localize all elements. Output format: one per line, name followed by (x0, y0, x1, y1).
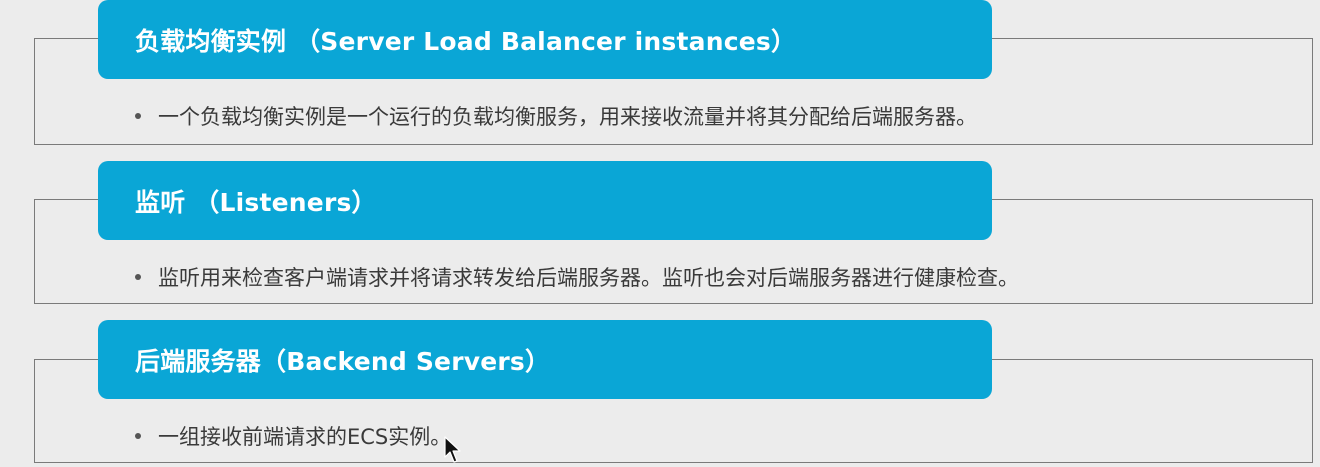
section-header: 监听 （Listeners） (98, 161, 992, 240)
section-title: 负载均衡实例 （Server Load Balancer instances） (135, 26, 797, 56)
bullet-icon (135, 433, 141, 439)
bullet-text: 监听用来检查客户端请求并将请求转发给后端服务器。监听也会对后端服务器进行健康检查… (158, 266, 1019, 290)
bullet-item: 一组接收前端请求的ECS实例。 (135, 421, 451, 451)
section-header: 后端服务器（Backend Servers） (98, 320, 992, 399)
mouse-pointer-icon (444, 436, 461, 463)
bullet-item: 监听用来检查客户端请求并将请求转发给后端服务器。监听也会对后端服务器进行健康检查… (135, 262, 1019, 292)
bullet-text: 一组接收前端请求的ECS实例。 (158, 425, 452, 449)
section-title: 监听 （Listeners） (135, 187, 377, 217)
bullet-icon (135, 113, 141, 119)
section-title: 后端服务器（Backend Servers） (135, 346, 551, 376)
bullet-item: 一个负载均衡实例是一个运行的负载均衡服务，用来接收流量并将其分配给后端服务器。 (135, 101, 977, 131)
bullet-icon (135, 274, 141, 280)
section-header: 负载均衡实例 （Server Load Balancer instances） (98, 0, 992, 79)
bullet-text: 一个负载均衡实例是一个运行的负载均衡服务，用来接收流量并将其分配给后端服务器。 (158, 105, 977, 129)
